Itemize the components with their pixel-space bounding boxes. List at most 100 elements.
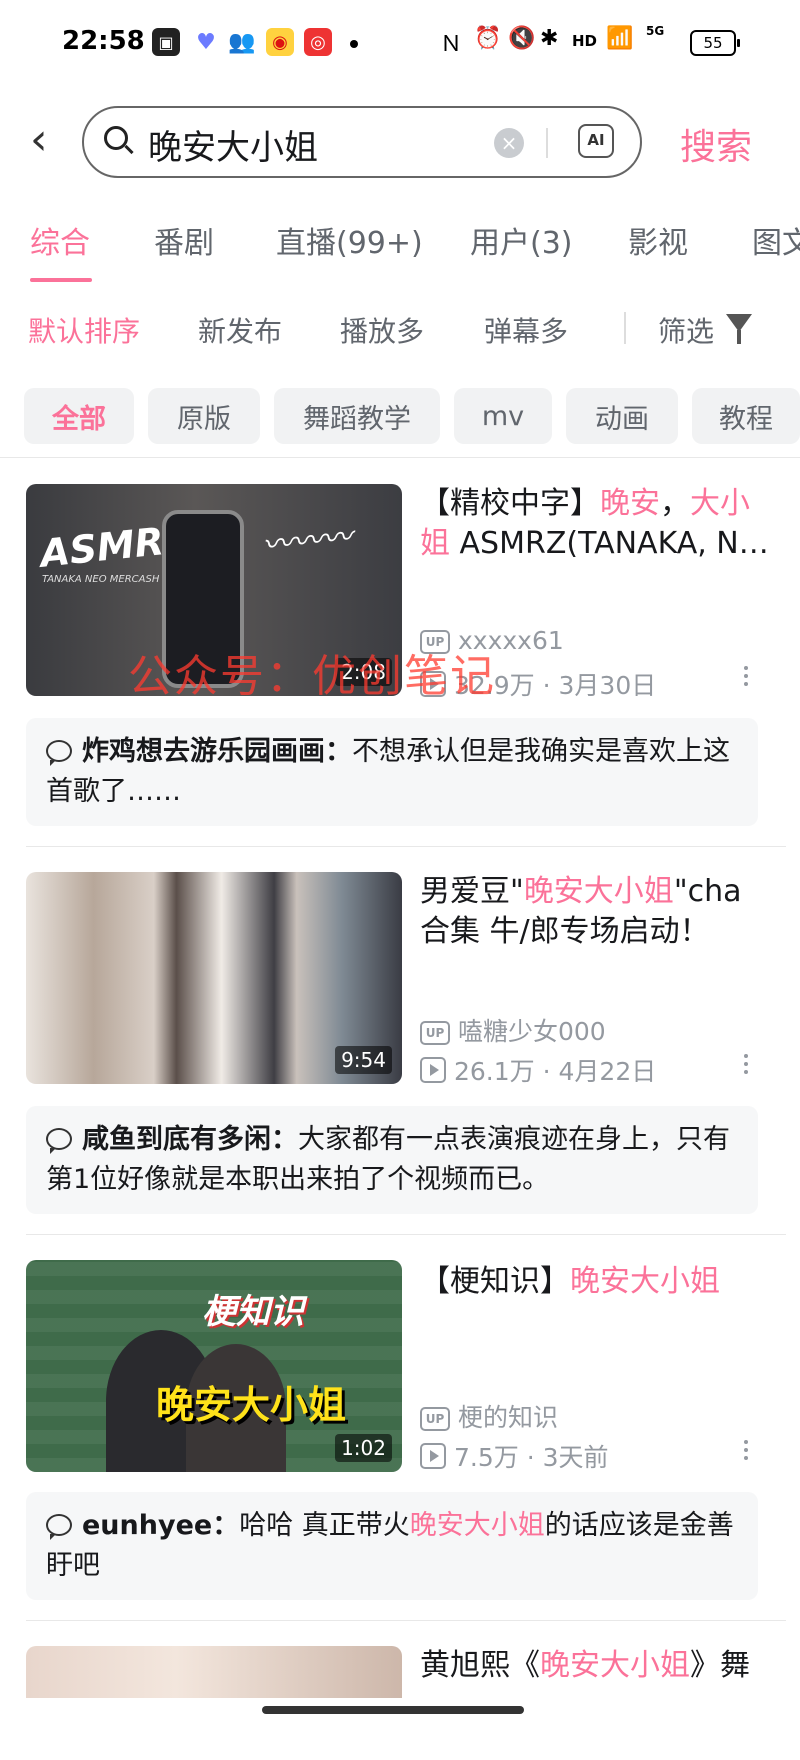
sort-default[interactable]: 默认排序 [28, 310, 140, 350]
signal-label: 5G [646, 24, 665, 38]
title-text: ， [660, 486, 690, 521]
hot-comment-1[interactable]: 炸鸡想去游乐园画画：不想承认但是我确实是喜欢上这首歌了…… [26, 718, 758, 826]
card-divider [26, 846, 786, 847]
chip-all[interactable]: 全部 [24, 388, 134, 444]
play-count-icon [420, 1443, 446, 1469]
title-highlight: 晚安大小姐 [523, 874, 674, 909]
video-uploader-3[interactable]: UP 梗的知识 [420, 1398, 558, 1434]
publish-date: 4月22日 [558, 1057, 657, 1086]
video-thumbnail-2[interactable]: 9:54 [26, 872, 402, 1084]
up-icon: UP [420, 1021, 450, 1045]
tab-active-indicator [30, 278, 92, 282]
chip-original[interactable]: 原版 [148, 388, 260, 444]
weibo-app-icon: ◉ [266, 28, 294, 56]
heart-app-icon: ♥ [192, 28, 220, 56]
tab-users[interactable]: 用户(3) [470, 218, 573, 262]
thumb-text-meme: 梗知识 [202, 1292, 304, 1332]
publish-date: 3月30日 [558, 671, 657, 700]
video-duration: 9:54 [335, 1046, 392, 1074]
comment-user: eunhyee [82, 1510, 213, 1541]
title-text: 【梗知识】 [420, 1264, 570, 1299]
watermark: 公众号：优创笔记 [128, 651, 496, 702]
nfc-icon: Ｎ [440, 32, 463, 57]
comment-icon [46, 740, 72, 766]
play-count-icon [420, 1057, 446, 1083]
video-title-1[interactable]: 【精校中字】晚安，大小姐 ASMRZ(TANAKA, N… [420, 484, 770, 568]
status-time: 22:58 [62, 26, 145, 56]
more-options-icon[interactable] [744, 1440, 748, 1464]
tab-film[interactable]: 影视 [628, 218, 688, 262]
home-indicator[interactable] [262, 1706, 524, 1714]
view-count: 26.1万 [454, 1057, 535, 1086]
video-title-3[interactable]: 【梗知识】晚安大小姐 [420, 1262, 770, 1306]
title-text: 》舞 [690, 1648, 750, 1683]
up-icon: UP [420, 1407, 450, 1431]
sort-most-played[interactable]: 播放多 [340, 310, 424, 350]
chip-mv[interactable]: mv [454, 388, 552, 444]
people-app-icon: 👥 [228, 28, 256, 56]
video-thumbnail-4[interactable] [26, 1646, 402, 1698]
notification-app-icon: ▣ [152, 28, 180, 56]
chip-dance-tutorial[interactable]: 舞蹈教学 [274, 388, 440, 444]
chip-animation[interactable]: 动画 [566, 388, 678, 444]
search-icon [104, 126, 128, 150]
status-bar: 22:58 ▣ ♥ 👥 ◉ ◎ Ｎ ⏰ 🔇 ✱ HD 📶 5G 55 [0, 0, 800, 90]
back-arrow-icon[interactable]: ‹ [30, 118, 48, 162]
video-uploader-2[interactable]: UP 嗑糖少女000 [420, 1012, 606, 1048]
battery-icon: 55 [690, 30, 740, 56]
hot-comment-2[interactable]: 咸鱼到底有多闲：大家都有一点表演痕迹在身上，只有第1位好像就是本职出来拍了个视频… [26, 1106, 758, 1214]
video-title-4[interactable]: 黄旭熙《晚安大小姐》舞 [420, 1646, 770, 1690]
filter-button[interactable]: 筛选 [658, 310, 714, 350]
title-text: 黄旭熙《 [420, 1648, 540, 1683]
publish-date: 3天前 [542, 1443, 609, 1472]
video-stats-3: 7.5万 · 3天前 [420, 1438, 609, 1474]
hot-comment-3[interactable]: eunhyee：哈哈 真正带火晚安大小姐的话应该是金善盱吧 [26, 1492, 758, 1600]
thumb-text-title: 晚安大小姐 [156, 1383, 347, 1427]
alarm-icon: ⏰ [474, 26, 502, 51]
search-button[interactable]: 搜索 [680, 118, 752, 170]
comment-highlight: 晚安大小姐 [409, 1510, 545, 1541]
bluetooth-icon: ✱ [540, 26, 559, 51]
uploader-name: 梗的知识 [458, 1403, 559, 1432]
video-duration: 1:02 [335, 1434, 392, 1462]
title-text: 男爱豆" [420, 874, 524, 909]
more-options-icon[interactable] [744, 666, 748, 690]
video-stats-2: 26.1万 · 4月22日 [420, 1052, 656, 1088]
clear-icon[interactable]: × [494, 128, 524, 158]
thumb-script-decoration: 〰〰〰 [260, 519, 354, 564]
tab-live[interactable]: 直播(99+) [276, 218, 423, 262]
uploader-name: 嗑糖少女000 [458, 1017, 606, 1046]
title-highlight: 晚安大小姐 [570, 1264, 720, 1299]
hd-label: HD [572, 32, 598, 50]
comment-icon [46, 1128, 72, 1154]
wifi-icon: 📶 [606, 26, 634, 51]
filter-divider [0, 457, 800, 458]
tab-comprehensive[interactable]: 综合 [30, 218, 90, 262]
view-count: 7.5万 [454, 1443, 519, 1472]
title-text: 【精校中字】 [420, 486, 600, 521]
card-divider [26, 1620, 786, 1621]
search-divider [546, 128, 548, 158]
sort-most-danmaku[interactable]: 弹幕多 [484, 310, 568, 350]
chip-tutorial[interactable]: 教程 [692, 388, 800, 444]
mute-icon: 🔇 [508, 26, 536, 51]
ai-icon[interactable]: AI [578, 124, 614, 158]
thumb-text-sub: TANAKA NEO MERCASH [42, 574, 160, 585]
comment-user: 咸鱼到底有多闲 [82, 1124, 271, 1155]
sort-newest[interactable]: 新发布 [198, 310, 282, 350]
comment-text: 哈哈 真正带火 [239, 1510, 410, 1541]
sort-divider [624, 312, 626, 344]
more-options-icon[interactable] [744, 1054, 748, 1078]
filter-icon[interactable] [726, 314, 752, 344]
tab-articles[interactable]: 图文 [752, 218, 800, 262]
video-title-2[interactable]: 男爱豆"晚安大小姐"cha合集 牛/郎专场启动！ [420, 872, 770, 956]
comment-user: 炸鸡想去游乐园画画 [82, 736, 325, 767]
video-thumbnail-3[interactable]: 梗知识 晚安大小姐 1:02 [26, 1260, 402, 1472]
shopping-app-icon: ◎ [304, 28, 332, 56]
more-notifications-icon [350, 40, 358, 48]
title-highlight: 晚安大小姐 [540, 1648, 690, 1683]
tab-bangumi[interactable]: 番剧 [154, 218, 214, 262]
search-query-text[interactable]: 晚安大小姐 [148, 120, 318, 169]
title-text: ASMRZ(TANAKA, N… [450, 526, 769, 561]
card-divider [26, 1234, 786, 1235]
